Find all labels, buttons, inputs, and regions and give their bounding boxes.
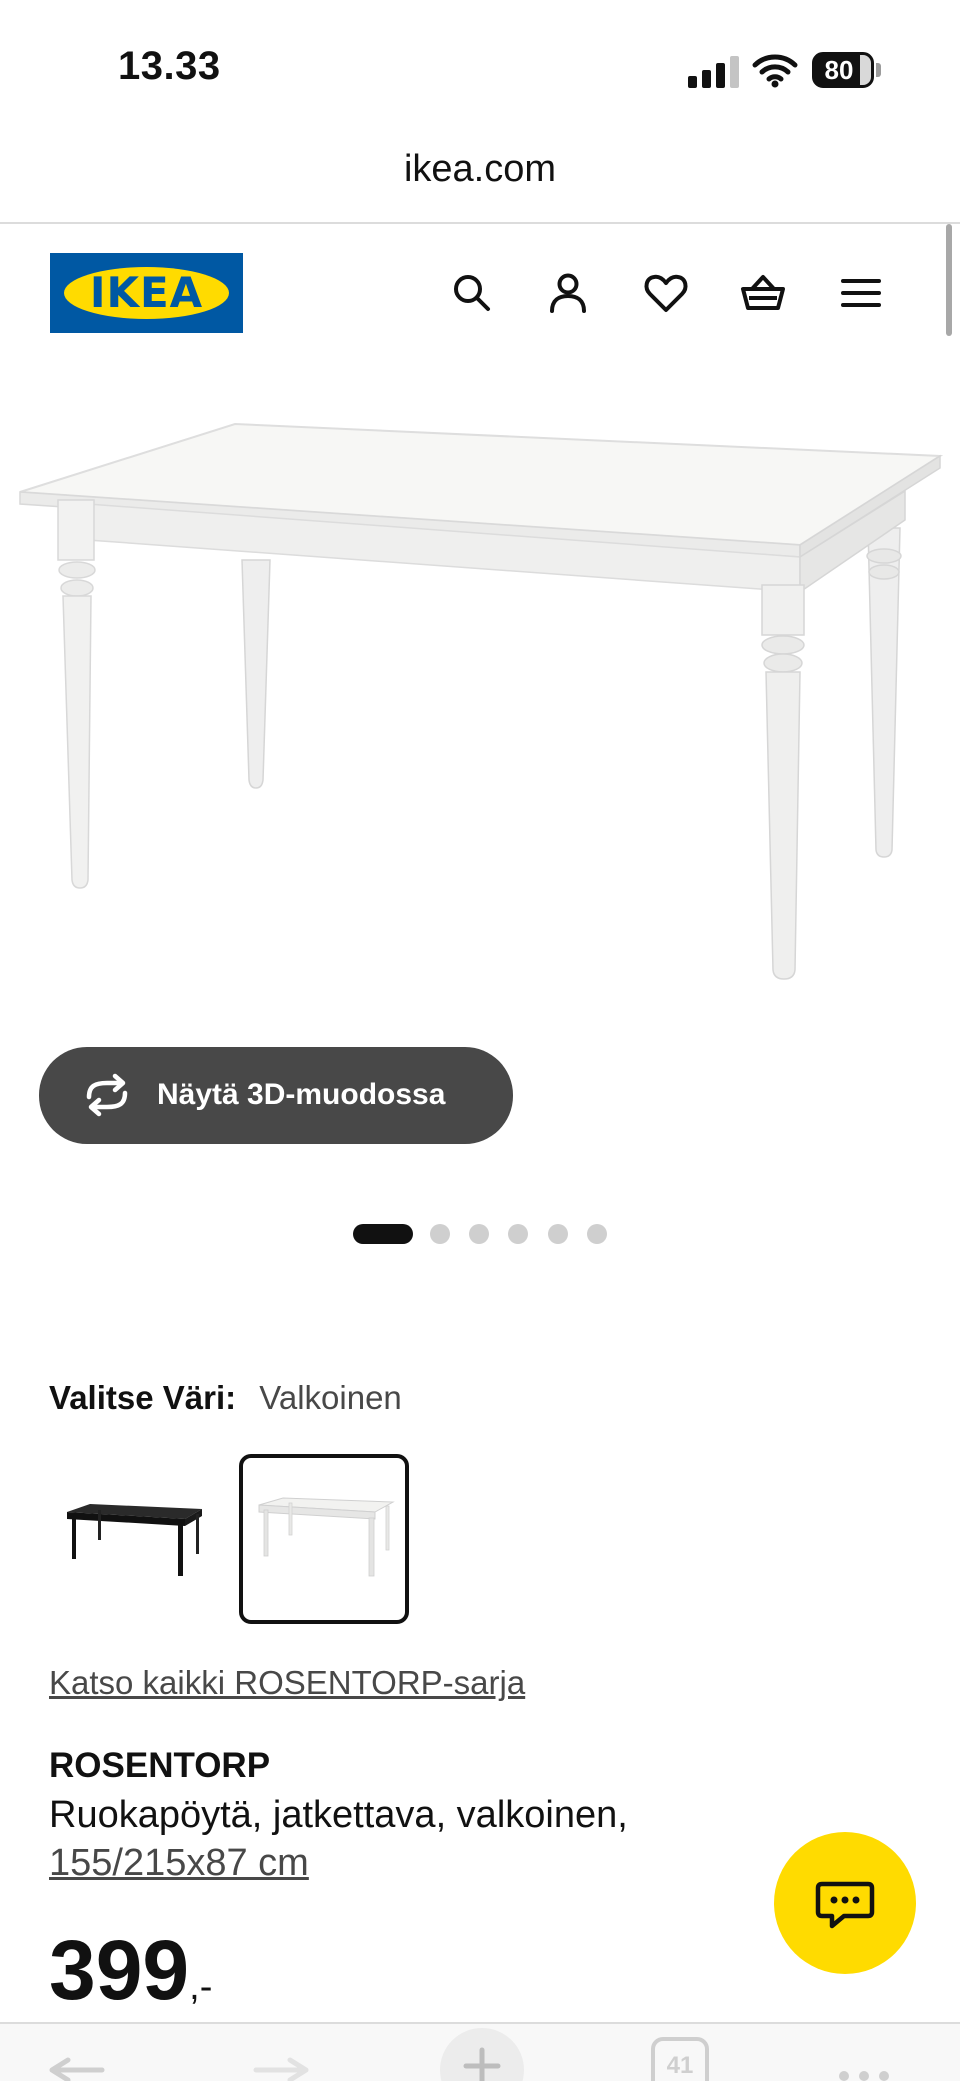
search-icon[interactable] xyxy=(447,268,497,318)
ikea-logo[interactable]: IKEA xyxy=(50,253,243,333)
black-table-thumbnail xyxy=(67,1504,202,1576)
back-arrow-icon[interactable] xyxy=(48,2040,108,2081)
color-swatch-white[interactable] xyxy=(239,1454,409,1624)
battery-level: 80 xyxy=(824,55,854,85)
carousel-dot-2[interactable] xyxy=(430,1224,450,1244)
product-price: 399,- xyxy=(49,1920,212,2037)
new-tab-icon[interactable] xyxy=(438,2026,526,2081)
color-swatch-black[interactable] xyxy=(50,1454,220,1624)
user-icon[interactable] xyxy=(543,268,593,318)
carousel-dot-1[interactable] xyxy=(353,1224,413,1244)
tab-count: 41 xyxy=(666,2052,694,2079)
carousel-dot-5[interactable] xyxy=(548,1224,568,1244)
price-value: 399 xyxy=(49,1923,190,2017)
color-label: Valitse Väri: xyxy=(49,1379,237,1416)
white-table-thumbnail xyxy=(258,1497,395,1577)
address-bar[interactable]: ikea.com xyxy=(0,148,960,191)
logo-text: IKEA xyxy=(89,268,204,317)
battery-tip xyxy=(876,63,881,77)
price-suffix: ,- xyxy=(189,1966,213,2008)
wifi-icon xyxy=(752,54,798,88)
color-value: Valkoinen xyxy=(259,1379,402,1416)
chat-button[interactable] xyxy=(774,1832,916,1974)
status-time: 13.33 xyxy=(118,44,221,88)
cellular-signal-icon xyxy=(688,54,744,88)
product-image[interactable] xyxy=(0,360,960,1040)
view-3d-button[interactable]: Näytä 3D-muodossa xyxy=(39,1047,513,1144)
product-name: ROSENTORP xyxy=(49,1746,271,1785)
more-icon[interactable] xyxy=(834,2040,894,2081)
product-size-link[interactable]: 155/215x87 cm xyxy=(49,1842,309,1885)
product-description: Ruokapöytä, jatkettava, valkoinen, xyxy=(49,1794,628,1836)
color-selector: Valitse Väri: Valkoinen xyxy=(49,1376,402,1420)
view-3d-label: Näytä 3D-muodossa xyxy=(157,1078,446,1111)
carousel-dot-6[interactable] xyxy=(587,1224,607,1244)
basket-icon[interactable] xyxy=(738,268,788,318)
forward-arrow-icon[interactable] xyxy=(250,2040,310,2081)
tabs-button[interactable]: 41 xyxy=(650,2036,710,2081)
heart-icon[interactable] xyxy=(641,268,691,318)
battery-icon: 80 xyxy=(812,52,874,88)
carousel-dot-4[interactable] xyxy=(508,1224,528,1244)
menu-icon[interactable] xyxy=(836,268,886,318)
rotate-3d-icon xyxy=(86,1073,128,1117)
series-link[interactable]: Katso kaikki ROSENTORP-sarja xyxy=(49,1664,525,1702)
chat-icon xyxy=(815,1881,875,1929)
carousel-dot-3[interactable] xyxy=(469,1224,489,1244)
scrollbar[interactable] xyxy=(946,224,952,336)
status-bar: 13.33 80 xyxy=(0,0,960,140)
divider xyxy=(0,222,960,224)
